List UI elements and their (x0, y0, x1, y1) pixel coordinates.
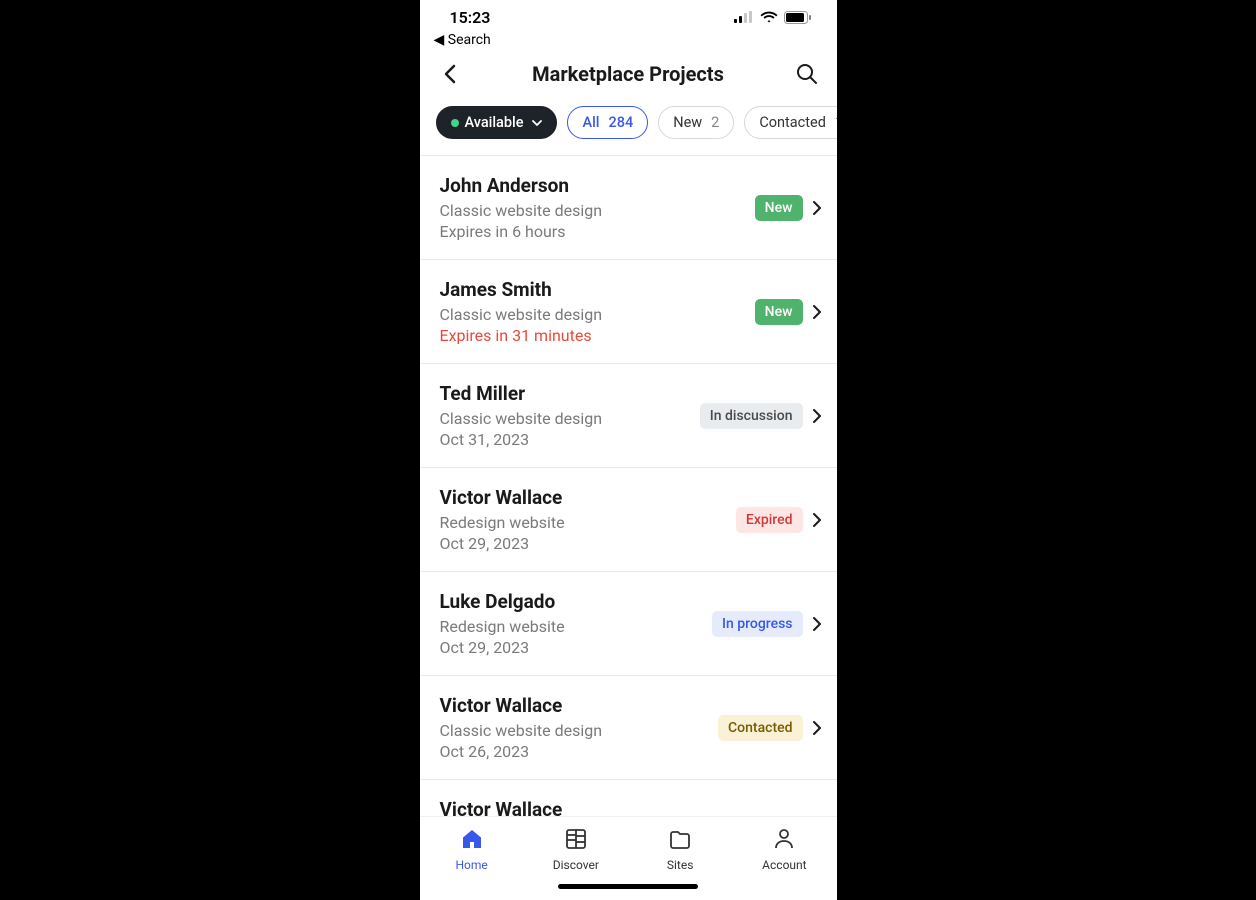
project-info: John Anderson Classic website design Expir… (440, 174, 745, 241)
nav-item-home[interactable]: Home (420, 827, 524, 872)
battery-icon (784, 11, 811, 24)
filter-tab-label: All (582, 114, 599, 131)
nav-label: Sites (667, 858, 694, 872)
project-date: Expires in 6 hours (440, 222, 745, 241)
project-name: Ted Miller (440, 382, 690, 405)
project-name: Victor Wallace (440, 694, 709, 717)
bottom-nav: Home Discover Sites Account (420, 816, 837, 876)
project-row[interactable]: Ted Miller Classic website design Oct 31, … (420, 364, 837, 468)
chevron-right-icon (813, 305, 821, 319)
breadcrumb-label: Search (448, 32, 491, 48)
availability-filter[interactable]: Available (436, 106, 558, 139)
status-icons (734, 11, 811, 24)
nav-label: Account (762, 858, 806, 872)
project-type: Classic website design (440, 201, 745, 220)
chevron-right-icon (813, 409, 821, 423)
status-bar: 15:23 (420, 0, 837, 28)
search-icon (796, 63, 818, 85)
chevron-right-icon (813, 617, 821, 631)
project-date: Oct 29, 2023 (440, 534, 726, 553)
nav-item-account[interactable]: Account (732, 827, 836, 872)
cellular-icon (734, 11, 754, 23)
status-dot-icon (451, 119, 459, 127)
wifi-icon (760, 11, 778, 24)
nav-item-discover[interactable]: Discover (524, 827, 628, 872)
project-type: Classic website design (440, 305, 745, 324)
status-badge: In discussion (700, 403, 803, 429)
phone-frame: 15:23 ◀︎ Search (420, 0, 837, 900)
project-type: Classic website design (440, 409, 690, 428)
filter-tab-count: 2 (711, 114, 719, 131)
project-row[interactable]: John Anderson Classic website design Expir… (420, 156, 837, 260)
breadcrumb-back-arrow-icon: ◀︎ (434, 32, 448, 48)
project-info: James Smith Classic website design Expires… (440, 278, 745, 345)
nav-label: Discover (553, 858, 599, 872)
project-row[interactable]: Luke Delgado Redesign website Oct 29, 2023… (420, 572, 837, 676)
status-badge: New (755, 299, 803, 325)
status-badge: Contacted (718, 715, 802, 741)
home-icon (460, 827, 484, 854)
breadcrumb[interactable]: ◀︎ Search (420, 28, 837, 54)
filter-tab-count: 284 (609, 114, 634, 131)
home-indicator (420, 876, 837, 900)
filter-bar: Available All 284New 2Contacted 18In (420, 100, 837, 156)
sites-icon (668, 827, 692, 854)
project-type: Redesign website (440, 513, 726, 532)
filter-tab-new[interactable]: New 2 (658, 106, 734, 139)
filter-tab-label: Contacted (759, 114, 826, 131)
account-icon (772, 827, 796, 854)
filter-tab-all[interactable]: All 284 (567, 106, 648, 139)
back-button[interactable] (436, 60, 464, 88)
project-name: Luke Delgado (440, 590, 703, 613)
project-info: Luke Delgado Redesign website Oct 29, 2023 (440, 590, 703, 657)
project-date: Expires in 31 minutes (440, 326, 745, 345)
chevron-right-icon (813, 201, 821, 215)
project-row[interactable]: Victor Wallace Classic website design Oct … (420, 676, 837, 780)
project-info: Victor WallaceClassic website designOct … (440, 798, 705, 816)
project-row[interactable]: James Smith Classic website design Expires… (420, 260, 837, 364)
home-bar (558, 884, 698, 889)
chevron-left-icon (444, 64, 456, 84)
status-time: 15:23 (450, 8, 491, 27)
filter-tabs: All 284New 2Contacted 18In (567, 106, 836, 139)
project-info: Ted Miller Classic website design Oct 31, … (440, 382, 690, 449)
project-info: Victor Wallace Redesign website Oct 29, 20… (440, 486, 726, 553)
project-name: James Smith (440, 278, 745, 301)
status-badge: In progress (712, 611, 803, 637)
project-info: Victor Wallace Classic website design Oct … (440, 694, 709, 761)
filter-tab-contacted[interactable]: Contacted 18 (744, 106, 836, 139)
project-type: Redesign website (440, 617, 703, 636)
availability-label: Available (465, 114, 524, 131)
project-date: Oct 29, 2023 (440, 638, 703, 657)
project-name: Victor Wallace (440, 486, 726, 509)
nav-item-sites[interactable]: Sites (628, 827, 732, 872)
project-date: Oct 31, 2023 (440, 430, 690, 449)
chevron-down-icon (532, 120, 542, 126)
status-badge: Expired (736, 507, 803, 533)
chevron-right-icon (813, 721, 821, 735)
project-list[interactable]: John Anderson Classic website design Expir… (420, 156, 837, 816)
status-badge: New (755, 195, 803, 221)
project-row[interactable]: Victor Wallace Redesign website Oct 29, 20… (420, 468, 837, 572)
project-name: John Anderson (440, 174, 745, 197)
discover-icon (564, 827, 588, 854)
project-type: Classic website design (440, 721, 709, 740)
project-row[interactable]: Victor WallaceClassic website designOct … (420, 780, 837, 816)
header: Marketplace Projects (420, 54, 837, 100)
page-title: Marketplace Projects (464, 62, 793, 86)
search-button[interactable] (793, 60, 821, 88)
filter-tab-count: 18 (835, 114, 837, 131)
nav-label: Home (455, 858, 487, 872)
filter-tab-label: New (673, 114, 702, 131)
project-date: Oct 26, 2023 (440, 742, 709, 761)
project-name: Victor Wallace (440, 798, 705, 816)
chevron-right-icon (813, 513, 821, 527)
